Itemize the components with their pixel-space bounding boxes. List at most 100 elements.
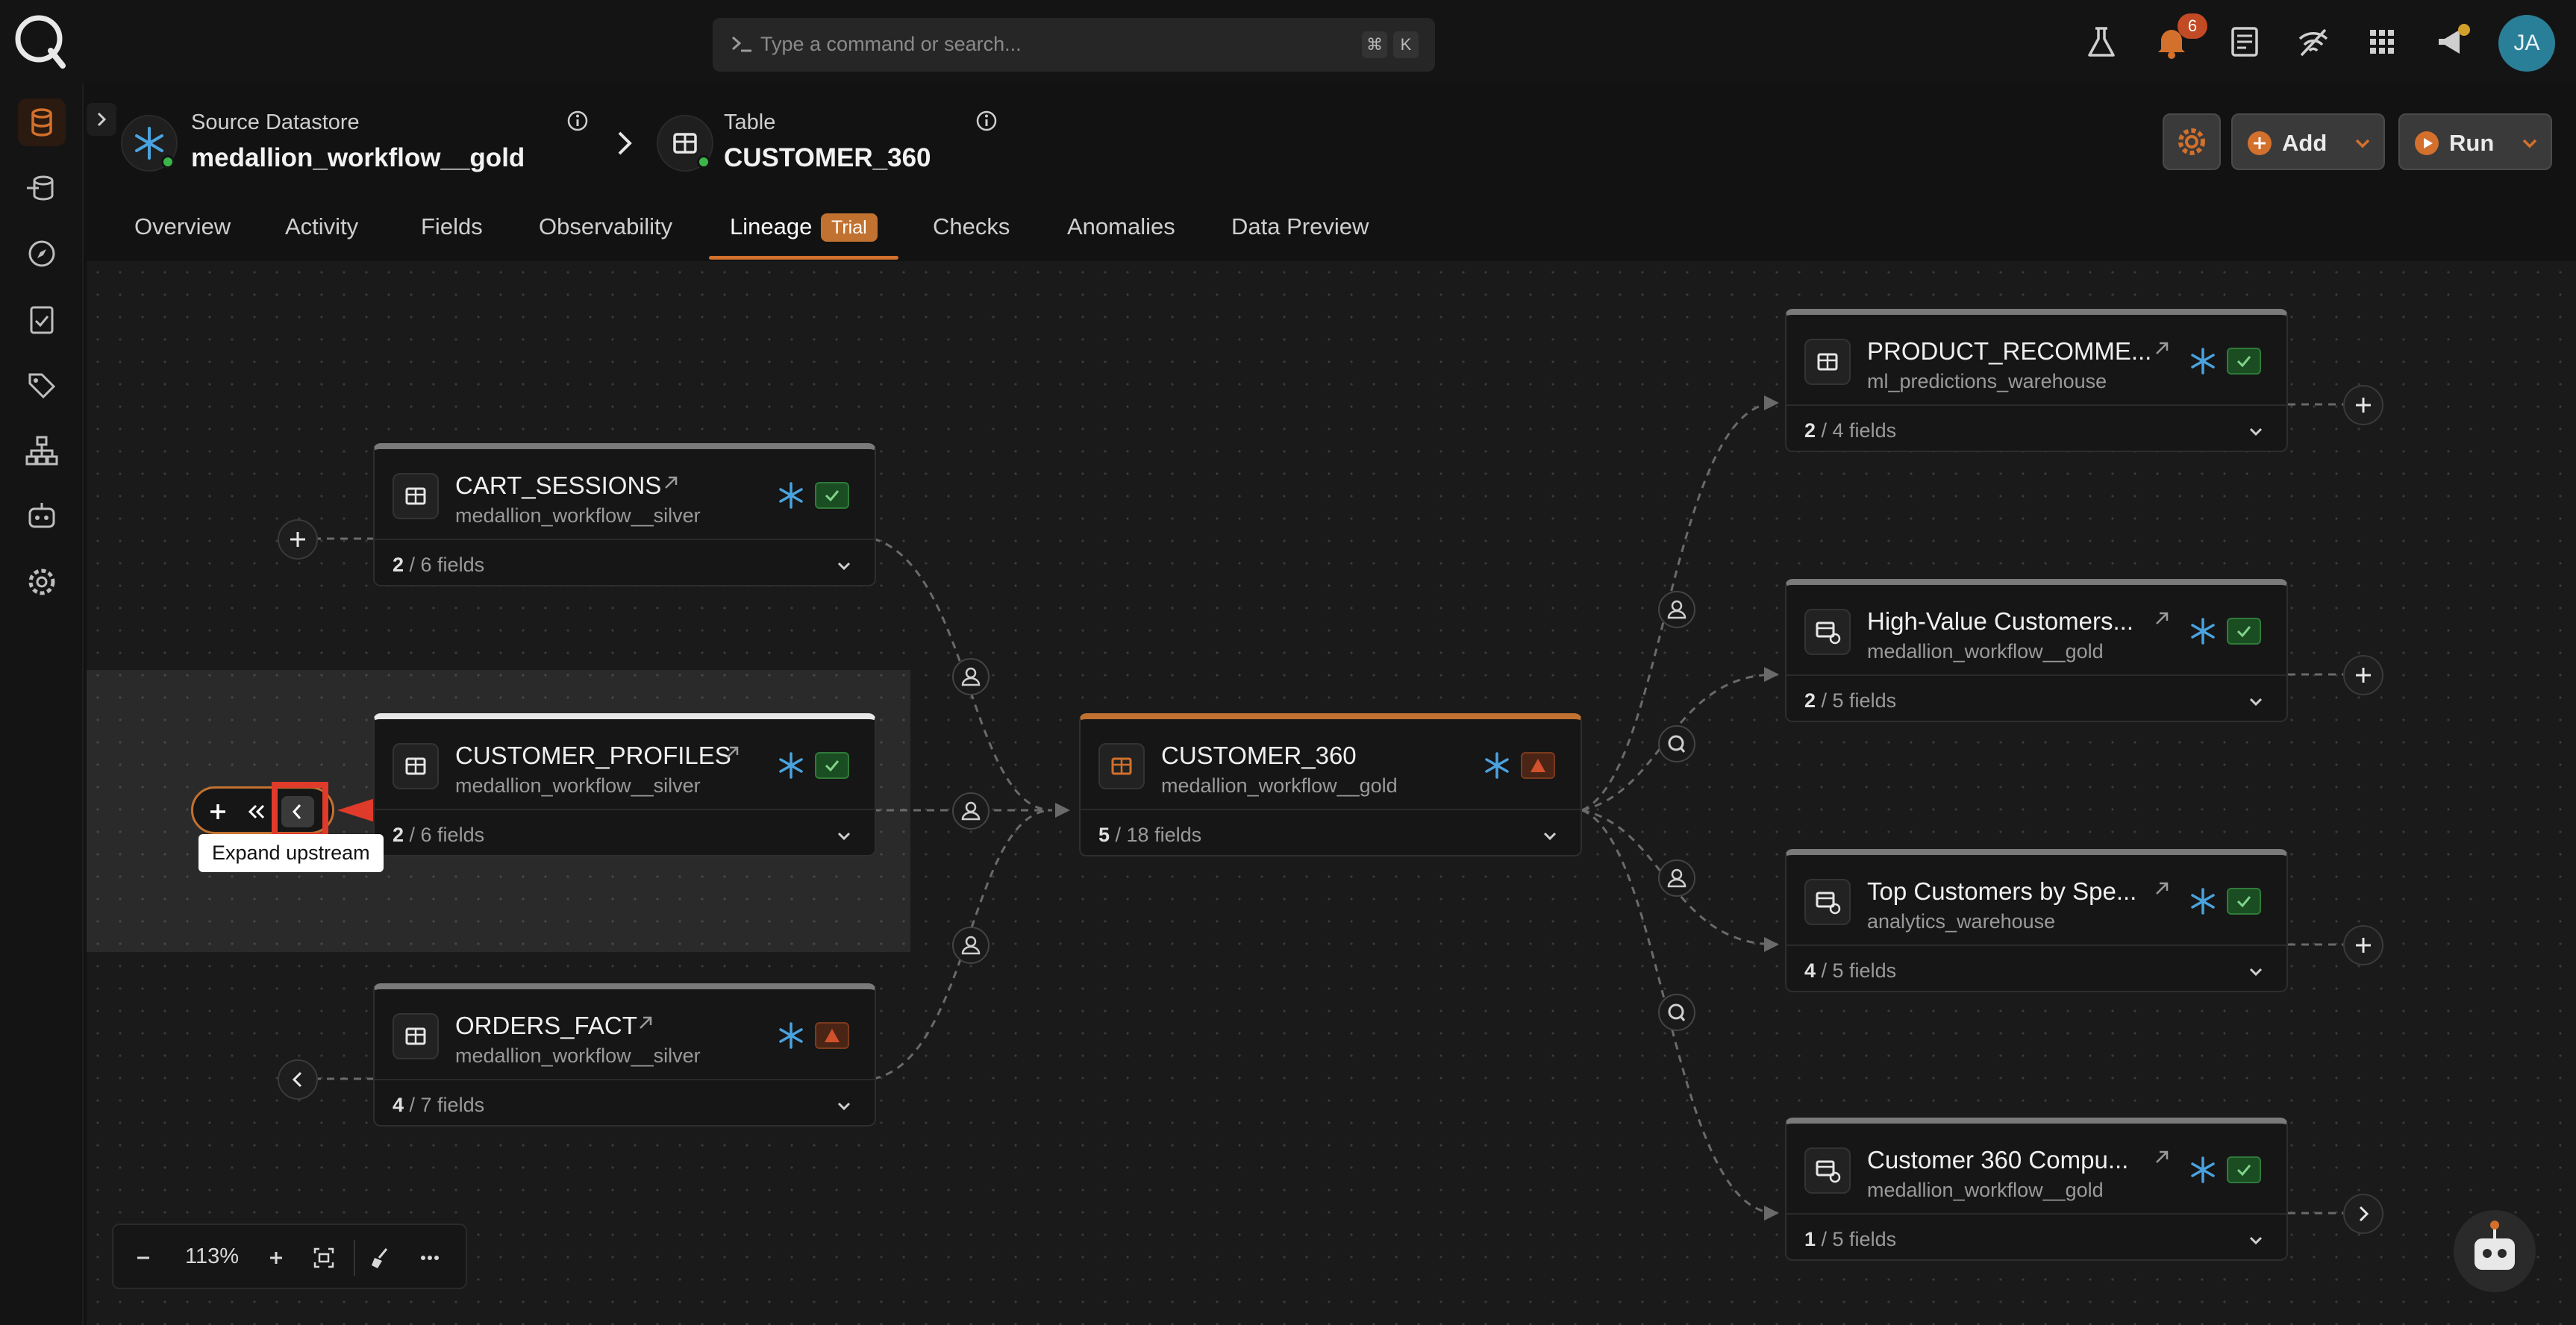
- lineage-node-current[interactable]: CUSTOMER_360 medallion_workflow__gold 5 …: [1079, 713, 1582, 856]
- snowflake-icon: [2188, 1155, 2218, 1185]
- lineage-node-downstream[interactable]: Customer 360 Compu... medallion_workflow…: [1785, 1118, 2288, 1261]
- edge-user-icon[interactable]: [1658, 859, 1695, 897]
- sidebar-expand-button[interactable]: [87, 103, 116, 136]
- node-field-count: 5 / 18 fields: [1098, 824, 1202, 846]
- add-upstream-plus-icon[interactable]: [205, 799, 231, 824]
- lineage-node-downstream[interactable]: PRODUCT_RECOMME... ml_predictions_wareho…: [1785, 309, 2288, 452]
- hierarchy-icon[interactable]: [18, 427, 66, 474]
- checks-clipboard-icon[interactable]: [18, 295, 66, 343]
- chevron-down-icon[interactable]: [2245, 961, 2267, 983]
- expand-all-upstream-double-chevron-icon[interactable]: [244, 799, 269, 824]
- external-link-icon[interactable]: [2151, 607, 2173, 630]
- tab-observability[interactable]: Observability: [539, 213, 672, 240]
- datastores-icon[interactable]: [18, 98, 66, 146]
- sources-icon[interactable]: [18, 164, 66, 212]
- command-search-bar[interactable]: Type a command or search... ⌘ K: [713, 18, 1435, 72]
- expand-downstream-plus-button[interactable]: [2343, 655, 2383, 695]
- status-ok-check-icon: [815, 752, 849, 779]
- node-field-count: 1 / 5 fields: [1804, 1228, 1897, 1250]
- signal-off-icon[interactable]: [2291, 19, 2336, 64]
- chevron-down-icon[interactable]: [2245, 691, 2267, 713]
- node-field-count: 2 / 5 fields: [1804, 689, 1897, 712]
- edge-qualytics-icon[interactable]: [1658, 725, 1695, 762]
- terminal-icon: [729, 31, 754, 57]
- lineage-node-upstream[interactable]: CART_SESSIONS medallion_workflow__silver…: [373, 443, 876, 586]
- external-link-icon[interactable]: [2151, 337, 2173, 360]
- snowflake-icon: [776, 480, 806, 510]
- status-warning-icon: [1521, 752, 1555, 779]
- chevron-down-icon[interactable]: [833, 1095, 855, 1118]
- node-field-count: 2 / 6 fields: [393, 824, 485, 846]
- chevron-down-icon[interactable]: [833, 555, 855, 577]
- user-avatar[interactable]: JA: [2498, 15, 2555, 72]
- table-settings-button[interactable]: [2163, 113, 2221, 170]
- expand-upstream-plus-button[interactable]: [278, 519, 318, 560]
- tab-fields[interactable]: Fields: [421, 213, 483, 240]
- explore-compass-icon[interactable]: [18, 230, 66, 278]
- assistant-robot-icon[interactable]: [2454, 1210, 2536, 1292]
- zoom-in-icon[interactable]: [263, 1244, 290, 1271]
- announcements-megaphone-icon[interactable]: [2430, 19, 2475, 64]
- tab-lineage[interactable]: Lineage: [730, 213, 812, 240]
- edge-qualytics-icon[interactable]: [1658, 994, 1695, 1031]
- agent-robot-icon[interactable]: [18, 492, 66, 540]
- annotation-highlight-box: [272, 782, 328, 839]
- tab-activity[interactable]: Activity: [285, 213, 358, 240]
- status-ok-check-icon: [2227, 348, 2261, 375]
- tab-overview[interactable]: Overview: [134, 213, 231, 240]
- tab-data-preview[interactable]: Data Preview: [1231, 213, 1369, 240]
- expand-downstream-plus-button[interactable]: [2343, 385, 2383, 425]
- computed-table-icon: [1804, 609, 1851, 655]
- document-list-icon[interactable]: [2222, 19, 2267, 64]
- app-logo-icon[interactable]: [10, 10, 70, 70]
- tab-checks[interactable]: Checks: [933, 213, 1010, 240]
- chevron-down-icon[interactable]: [2245, 1230, 2267, 1252]
- run-button-label: Run: [2449, 130, 2495, 156]
- expand-downstream-plus-button[interactable]: [2343, 925, 2383, 965]
- source-info-icon[interactable]: [566, 109, 590, 133]
- add-button-label: Add: [2282, 130, 2328, 156]
- edge-user-icon[interactable]: [952, 658, 990, 695]
- node-field-count: 2 / 4 fields: [1804, 419, 1897, 442]
- add-button[interactable]: Add: [2231, 113, 2385, 170]
- more-options-icon[interactable]: [416, 1244, 443, 1271]
- tags-icon[interactable]: [18, 361, 66, 409]
- lineage-node-upstream[interactable]: ORDERS_FACT medallion_workflow__silver 4…: [373, 983, 876, 1127]
- collapse-upstream-button[interactable]: [278, 1059, 318, 1100]
- lineage-node-downstream[interactable]: High-Value Customers... medallion_workfl…: [1785, 579, 2288, 722]
- external-link-icon[interactable]: [2151, 877, 2173, 900]
- add-chevron-down-icon: [2355, 139, 2370, 148]
- external-link-icon[interactable]: [2151, 1146, 2173, 1168]
- expand-upstream-tooltip: Expand upstream: [198, 834, 384, 872]
- table-status-dot: [697, 155, 710, 169]
- tab-anomalies[interactable]: Anomalies: [1067, 213, 1175, 240]
- table-icon: [1098, 743, 1145, 789]
- table-info-icon[interactable]: [975, 109, 998, 133]
- apps-grid-icon[interactable]: [2360, 19, 2404, 64]
- lineage-node-upstream[interactable]: CUSTOMER_PROFILES medallion_workflow__si…: [373, 713, 876, 856]
- expand-downstream-chevron-button[interactable]: [2343, 1194, 2383, 1234]
- chevron-down-icon[interactable]: [1539, 825, 1561, 848]
- chevron-down-icon[interactable]: [833, 825, 855, 848]
- status-ok-check-icon: [2227, 618, 2261, 645]
- external-link-icon[interactable]: [634, 1012, 657, 1034]
- source-datastore-name[interactable]: medallion_workflow__gold: [191, 143, 525, 173]
- clean-layout-broom-icon[interactable]: [367, 1244, 394, 1271]
- edge-user-icon[interactable]: [1658, 591, 1695, 628]
- edge-user-icon[interactable]: [952, 927, 990, 964]
- node-datastore: medallion_workflow__silver: [455, 1044, 701, 1067]
- external-link-icon[interactable]: [660, 472, 682, 494]
- node-title: PRODUCT_RECOMME...: [1867, 337, 2152, 365]
- chevron-down-icon[interactable]: [2245, 421, 2267, 443]
- external-link-icon[interactable]: [721, 742, 743, 764]
- node-datastore: medallion_workflow__silver: [455, 774, 701, 797]
- edge-user-icon[interactable]: [952, 792, 990, 830]
- lineage-node-downstream[interactable]: Top Customers by Spe... analytics_wareho…: [1785, 849, 2288, 992]
- settings-gear-icon[interactable]: [18, 558, 66, 606]
- zoom-out-icon[interactable]: [130, 1244, 157, 1271]
- node-title: Top Customers by Spe...: [1867, 877, 2137, 905]
- run-button[interactable]: Run: [2398, 113, 2552, 170]
- lab-flask-icon[interactable]: [2079, 19, 2124, 64]
- snowflake-icon: [776, 1021, 806, 1050]
- fit-view-icon[interactable]: [310, 1244, 337, 1271]
